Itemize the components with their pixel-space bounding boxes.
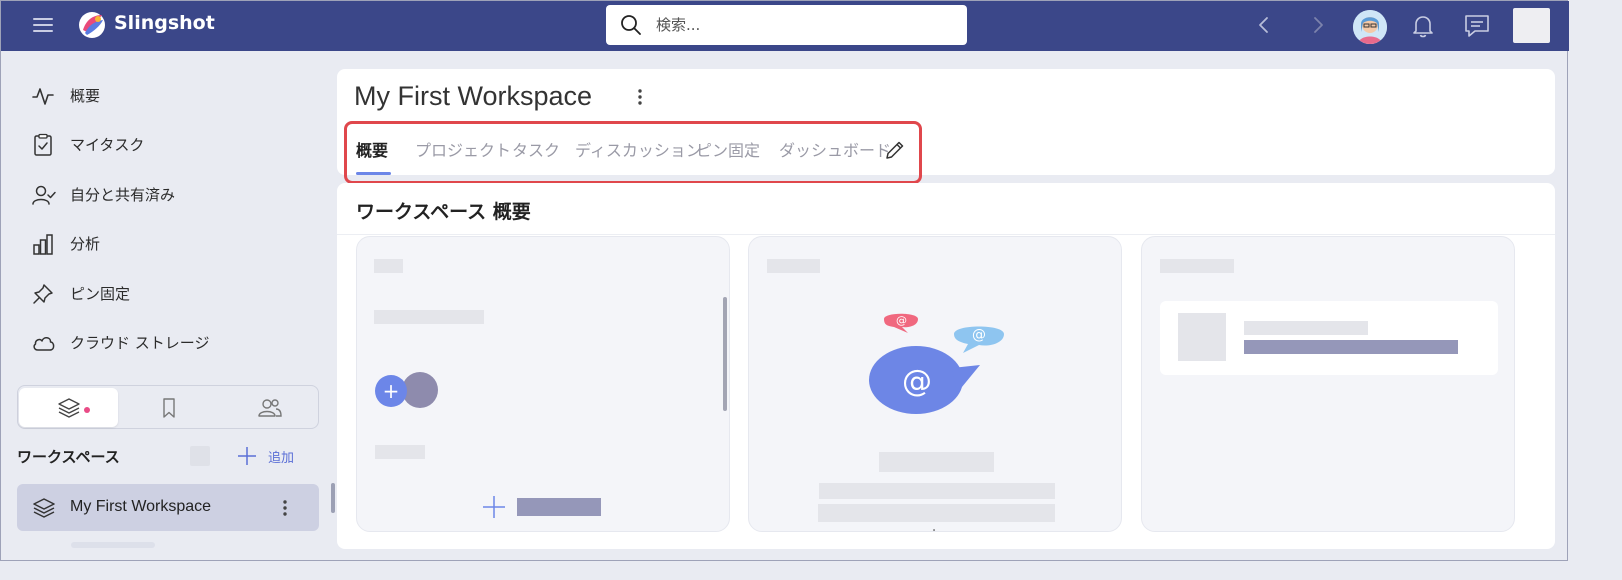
logo-icon bbox=[79, 12, 105, 38]
sidebar-item-label: 自分と共有済み bbox=[70, 186, 176, 204]
search-input[interactable] bbox=[656, 5, 956, 45]
loading-placeholder bbox=[1244, 321, 1368, 335]
sidebar-item-analytics[interactable]: 分析 bbox=[31, 229, 321, 259]
menu-icon[interactable] bbox=[31, 13, 55, 37]
clipboard-check-icon bbox=[34, 133, 52, 156]
sidebar-item-label: ピン固定 bbox=[70, 285, 131, 303]
svg-text:@: @ bbox=[896, 314, 907, 327]
svg-text:@: @ bbox=[902, 364, 932, 399]
segment-bookmarks[interactable] bbox=[119, 388, 218, 427]
bar-chart-icon bbox=[33, 234, 53, 255]
window-frame: Slingshot 検索... 概要 マイタスク 自分と共有済み 分析 ピン固定… bbox=[0, 0, 1569, 561]
segment-workspaces[interactable] bbox=[19, 388, 118, 427]
tab-discussions[interactable]: ディスカッション bbox=[575, 137, 702, 161]
sidebar-item-overview[interactable]: 概要 bbox=[31, 81, 321, 111]
loading-placeholder bbox=[1244, 340, 1458, 354]
sidebar-item-label: 分析 bbox=[70, 235, 101, 253]
tab-overview[interactable]: 概要 bbox=[356, 137, 388, 161]
loading-placeholder bbox=[879, 452, 994, 472]
workspace-item[interactable]: My First Workspace bbox=[17, 484, 319, 531]
user-check-icon bbox=[32, 185, 56, 205]
loading-placeholder bbox=[517, 498, 601, 516]
member-avatar bbox=[402, 372, 438, 408]
add-member-button[interactable]: + bbox=[375, 375, 407, 407]
tab-projects[interactable]: プロジェクト bbox=[415, 137, 511, 161]
plus-icon bbox=[238, 447, 256, 465]
recent-item-card[interactable] bbox=[1160, 301, 1498, 375]
workspaces-heading: ワークスペース bbox=[17, 448, 120, 466]
layers-icon bbox=[33, 498, 55, 518]
more-vertical-icon[interactable] bbox=[275, 496, 295, 520]
mention-illustration: @ @ @ bbox=[869, 313, 1004, 414]
sidebar-item-shared-with-me[interactable]: 自分と共有済み bbox=[31, 180, 321, 210]
loading-placeholder bbox=[1160, 259, 1234, 273]
add-workspace-label: 追加 bbox=[268, 451, 295, 466]
section-title: ワークスペース 概要 bbox=[356, 201, 531, 223]
recent-items-panel bbox=[1141, 236, 1515, 532]
bookmark-icon bbox=[163, 398, 175, 418]
loading-placeholder bbox=[374, 259, 403, 273]
tab-dashboards[interactable]: ダッシュボード bbox=[779, 137, 891, 161]
more-vertical-icon[interactable] bbox=[630, 85, 650, 109]
sidebar-item-label: 概要 bbox=[70, 87, 101, 105]
loading-placeholder bbox=[71, 542, 155, 548]
loading-placeholder bbox=[819, 483, 1055, 499]
panel-scrollbar[interactable] bbox=[723, 297, 727, 411]
layers-icon bbox=[58, 398, 80, 418]
search-box[interactable] bbox=[606, 5, 967, 45]
sidebar-item-label: マイタスク bbox=[70, 136, 145, 154]
clipped-button-label: ー+ー bbox=[917, 524, 951, 531]
chevron-right-icon[interactable] bbox=[1306, 13, 1330, 37]
active-tab-indicator bbox=[356, 172, 391, 175]
loading-placeholder bbox=[767, 259, 820, 273]
pin-icon bbox=[33, 284, 53, 304]
cloud-icon bbox=[33, 337, 55, 351]
bell-icon[interactable] bbox=[1410, 13, 1436, 39]
thumbnail-placeholder bbox=[1178, 313, 1226, 361]
users-icon bbox=[258, 399, 282, 417]
loading-placeholder bbox=[818, 504, 1055, 522]
workspace-item-label: My First Workspace bbox=[70, 498, 212, 515]
discussions-panel: @ @ @ ー+ー bbox=[748, 236, 1122, 532]
sidebar-item-pinned[interactable]: ピン固定 bbox=[31, 279, 321, 309]
page-title: My First Workspace bbox=[354, 81, 593, 111]
sidebar-scrollbar[interactable] bbox=[331, 483, 335, 513]
avatar[interactable] bbox=[1353, 10, 1387, 44]
app-name: Slingshot bbox=[114, 12, 215, 34]
edit-tabs-icon[interactable] bbox=[883, 138, 907, 162]
segment-people[interactable] bbox=[219, 388, 318, 427]
sidebar-item-cloud-storage[interactable]: クラウド ストレージ bbox=[31, 328, 321, 358]
top-bar: Slingshot bbox=[1, 1, 1569, 51]
workspaces-filter-placeholder bbox=[190, 446, 210, 466]
notification-dot bbox=[84, 407, 90, 413]
chat-icon[interactable] bbox=[1463, 13, 1491, 39]
sidebar-segmented-control bbox=[17, 385, 319, 429]
app-switcher-button[interactable] bbox=[1513, 8, 1550, 43]
search-icon bbox=[621, 15, 641, 35]
tab-tasks[interactable]: タスク bbox=[512, 137, 560, 161]
sidebar-item-label: クラウド ストレージ bbox=[70, 334, 210, 352]
add-workspace-button[interactable]: 追加 bbox=[236, 444, 306, 468]
tab-pinned[interactable]: ピン固定 bbox=[696, 137, 760, 161]
plus-icon[interactable] bbox=[482, 495, 506, 519]
svg-text:@: @ bbox=[972, 327, 986, 343]
loading-placeholder bbox=[374, 310, 484, 324]
activity-icon bbox=[32, 88, 54, 105]
chevron-left-icon[interactable] bbox=[1252, 13, 1276, 37]
divider bbox=[337, 234, 1555, 235]
sidebar-item-my-tasks[interactable]: マイタスク bbox=[31, 130, 321, 160]
loading-placeholder bbox=[375, 445, 425, 459]
members-panel: + bbox=[356, 236, 730, 532]
